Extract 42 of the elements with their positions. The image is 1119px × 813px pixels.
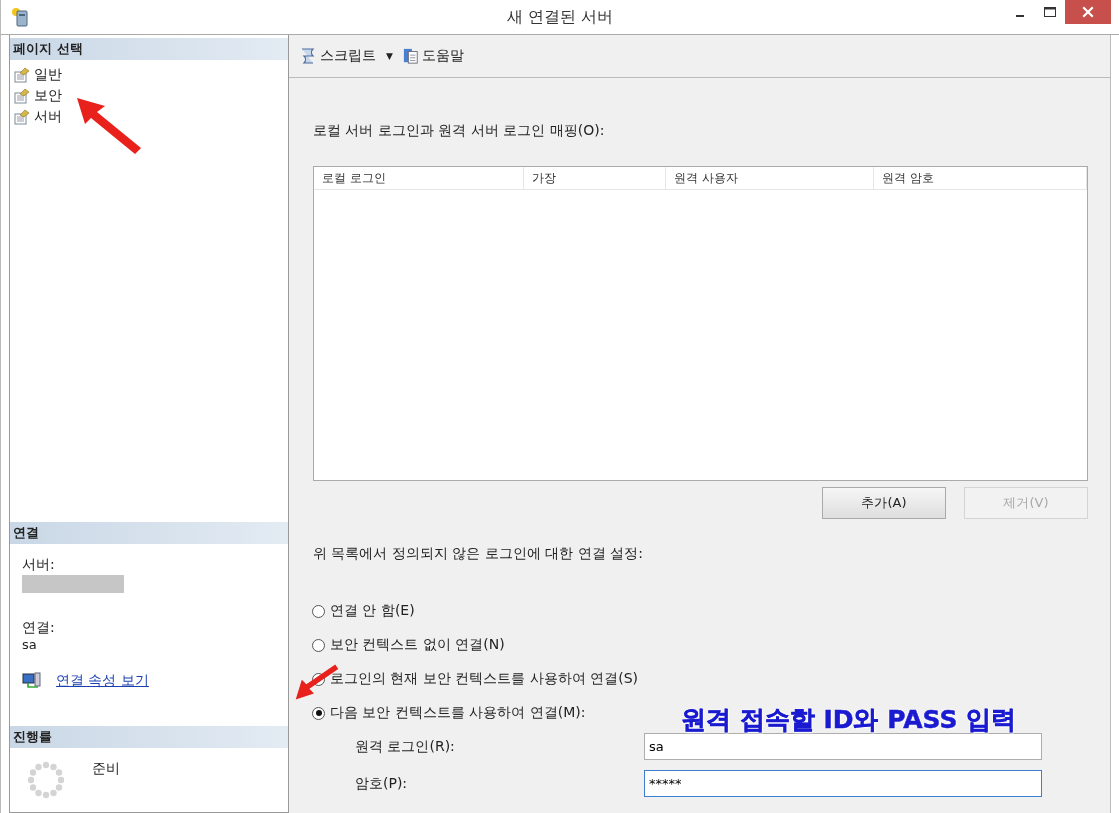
maximize-icon xyxy=(1044,7,1056,17)
page-icon xyxy=(14,87,30,104)
page-item[interactable]: 서버 xyxy=(14,106,62,127)
server-label: 서버: xyxy=(22,555,55,574)
section-header: 진행률 xyxy=(10,726,288,748)
page-item[interactable]: 일반 xyxy=(14,64,62,85)
column-header[interactable]: 로컬 로그인 xyxy=(314,167,524,189)
spinner-icon xyxy=(26,760,66,800)
radio-option[interactable]: 보안 컨텍스트 없이 연결(N) xyxy=(312,635,505,655)
dropdown-button[interactable]: ▼ xyxy=(384,49,395,63)
help-document-icon xyxy=(402,47,419,65)
radio-option[interactable]: 다음 보안 컨텍스트를 사용하여 연결(M): xyxy=(312,703,586,723)
connection-properties-link[interactable]: 연결 속성 보기 xyxy=(56,671,149,690)
page-item[interactable]: 보안 xyxy=(14,85,62,106)
settings-label: 위 목록에서 정의되지 않은 로그인에 대한 연결 설정: xyxy=(313,545,644,563)
close-icon xyxy=(1082,6,1094,18)
window-title: 새 연결된 서버 xyxy=(506,6,614,28)
help-button[interactable]: 도움말 xyxy=(400,45,466,67)
input-field[interactable]: sa xyxy=(644,733,1042,760)
radio-option[interactable]: 연결 안 함(E) xyxy=(312,601,415,621)
connection-label: 연결: xyxy=(22,618,55,637)
server-connection-icon xyxy=(22,671,42,690)
minimize-icon xyxy=(1016,15,1024,17)
section-header: 페이지 선택 xyxy=(10,38,288,60)
column-header[interactable]: 원격 암호 xyxy=(874,167,1087,189)
mapping-label: 로컬 서버 로그인과 원격 서버 로그인 매핑(O): xyxy=(313,122,606,140)
close-button[interactable] xyxy=(1065,0,1111,24)
app-icon xyxy=(11,7,29,27)
column-header[interactable]: 가장 xyxy=(524,167,666,189)
page-icon xyxy=(14,66,30,83)
scroll-icon xyxy=(299,47,317,65)
section-header: 연결 xyxy=(10,521,288,544)
page-icon xyxy=(14,108,30,125)
field-label: 암호(P): xyxy=(354,774,409,793)
field-label: 원격 로그인(R): xyxy=(354,737,456,756)
input-field[interactable]: ***** xyxy=(644,770,1042,797)
column-header[interactable]: 원격 사용자 xyxy=(666,167,874,189)
annotation-text: 원격 접속할 ID와 PASS 입력 xyxy=(681,704,1017,736)
connection-value: sa xyxy=(22,636,37,652)
action-button[interactable]: 추가(A) xyxy=(822,487,946,519)
status-text: 준비 xyxy=(92,760,120,778)
script-button[interactable]: 스크립트 xyxy=(297,45,378,67)
